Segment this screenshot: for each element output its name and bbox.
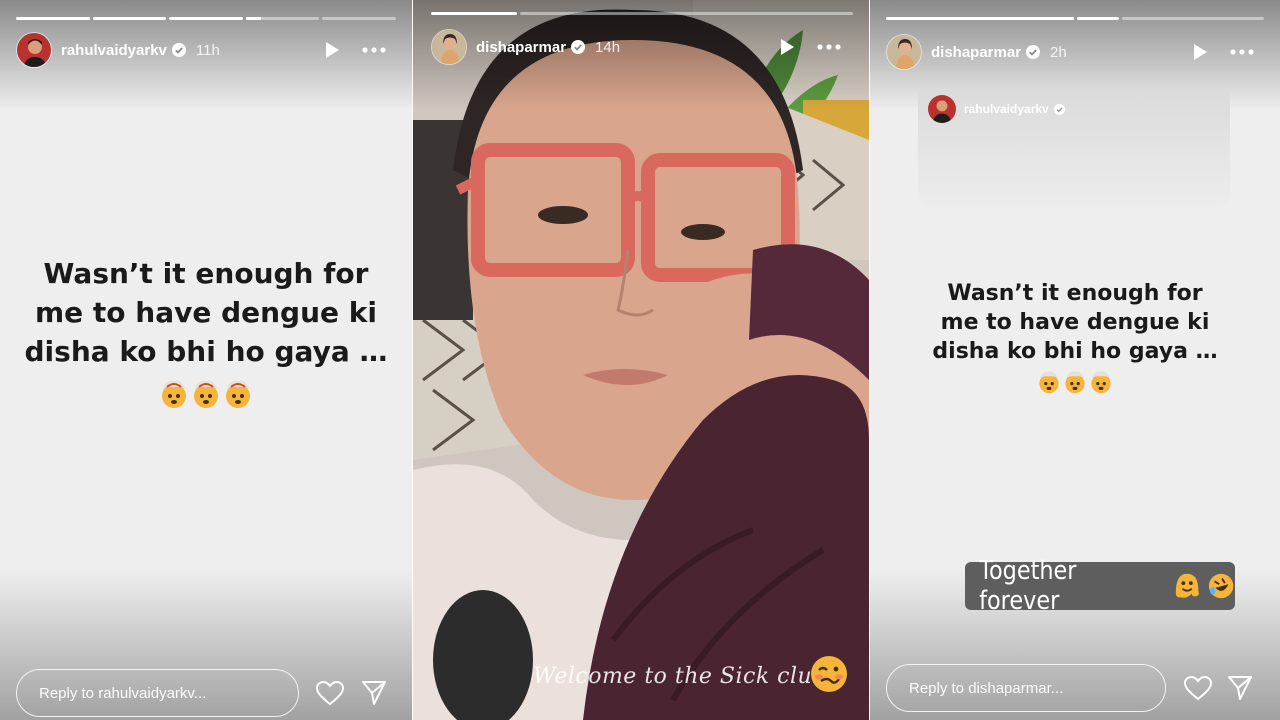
progress-segment <box>16 17 90 20</box>
story-header: rahulvaidyarkv 11h <box>0 32 412 68</box>
story-text-block: Wasn’t it enough for me to have dengue k… <box>20 254 392 409</box>
avatar[interactable] <box>886 34 922 70</box>
story-panel-rahul[interactable]: rahulvaidyarkv 11h Wasn’t it enough for … <box>0 0 412 720</box>
username[interactable]: rahulvaidyarkv <box>61 42 167 59</box>
play-icon[interactable] <box>779 38 795 56</box>
progress-segment <box>92 17 167 20</box>
reshared-username: rahulvaidyarkv <box>964 102 1049 116</box>
play-icon[interactable] <box>324 41 340 59</box>
username[interactable]: dishaparmar <box>931 44 1021 61</box>
story-caption: Welcome to the Sick club! <box>533 664 837 689</box>
verified-badge-icon <box>1053 103 1065 115</box>
story-text-block: Wasn’t it enough for me to have dengue k… <box>900 279 1250 394</box>
story-progress-bar <box>431 12 853 15</box>
send-icon[interactable] <box>1227 675 1253 701</box>
reshared-story-header: rahulvaidyarkv <box>928 95 1065 123</box>
timestamp: 14h <box>595 38 621 56</box>
more-options-icon[interactable] <box>362 47 386 53</box>
verified-badge-icon <box>171 43 186 57</box>
sticker-text: Together forever <box>979 556 1077 616</box>
username[interactable]: dishaparmar <box>476 39 566 56</box>
story-text-line: disha ko bhi ho gaya … <box>932 339 1218 364</box>
emoji-row <box>20 379 392 409</box>
story-panel-disha-photo[interactable]: dishaparmar 14h Welcome to the Sick club… <box>413 0 869 720</box>
timestamp: 2h <box>1050 43 1067 61</box>
exploding-head-emoji <box>1039 371 1059 394</box>
text-sticker: Together forever <box>965 556 1235 616</box>
play-icon[interactable] <box>1192 43 1208 61</box>
exploding-head-emoji <box>1065 371 1085 394</box>
avatar[interactable] <box>431 29 467 65</box>
reply-input[interactable]: Reply to rahulvaidyarkv... <box>16 669 299 717</box>
story-header: dishaparmar 2h <box>870 34 1280 70</box>
progress-segment <box>520 12 853 15</box>
send-icon[interactable] <box>361 680 387 706</box>
avatar <box>928 95 956 123</box>
story-text-line: me to have dengue ki <box>34 296 377 329</box>
exploding-head-emoji <box>1091 371 1111 394</box>
verified-badge-icon <box>1026 45 1041 59</box>
story-text-line: me to have dengue ki <box>940 310 1210 335</box>
story-text-line: Wasn’t it enough for <box>947 281 1203 306</box>
more-options-icon[interactable] <box>1230 49 1254 55</box>
story-panel-disha-repost[interactable]: dishaparmar 2h rahulvaidyarkv Wasn’t it … <box>870 0 1280 720</box>
exploding-head-emoji <box>194 380 218 408</box>
exploding-head-emoji <box>162 380 186 408</box>
progress-segment <box>169 17 243 20</box>
story-progress-bar <box>886 17 1264 20</box>
timestamp: 11h <box>195 41 220 59</box>
exploding-head-emoji <box>226 380 250 408</box>
heart-icon[interactable] <box>1184 676 1212 701</box>
story-text-line: disha ko bhi ho gaya … <box>24 335 388 368</box>
more-options-icon[interactable] <box>817 44 841 50</box>
verified-badge-icon <box>571 40 586 54</box>
progress-segment <box>322 17 396 20</box>
progress-segment <box>1077 17 1119 20</box>
progress-segment <box>886 17 1074 20</box>
rolling-laughing-emoji <box>1208 573 1234 599</box>
story-progress-bar <box>16 17 396 20</box>
avatar[interactable] <box>16 32 52 68</box>
story-header: dishaparmar 14h <box>413 29 869 65</box>
reshared-story-card[interactable]: rahulvaidyarkv <box>918 86 1230 208</box>
heart-icon[interactable] <box>316 681 344 706</box>
reply-input[interactable]: Reply to dishaparmar... <box>886 664 1166 712</box>
emoji-row <box>900 370 1250 394</box>
progress-segment <box>1122 17 1264 20</box>
progress-segment <box>245 17 320 20</box>
story-text-line: Wasn’t it enough for <box>43 257 369 290</box>
melting-face-emoji <box>1175 573 1199 598</box>
progress-segment <box>431 12 517 15</box>
woozy-face-emoji <box>811 656 847 692</box>
